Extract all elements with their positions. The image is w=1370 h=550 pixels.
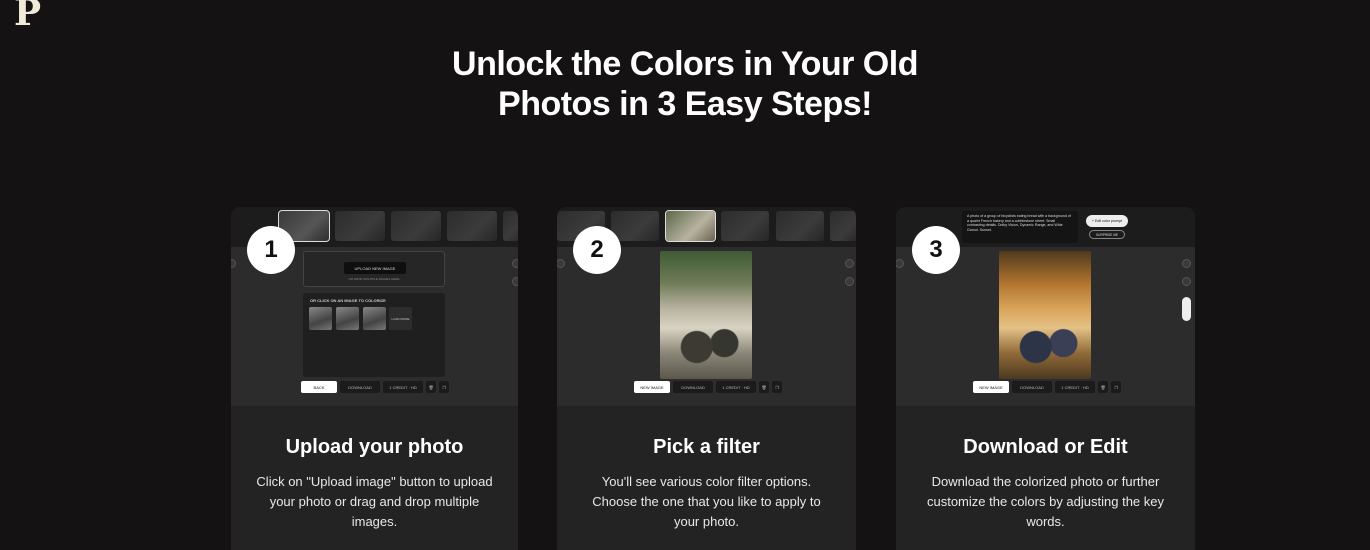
credit-hd-button: 1 CREDIT · HD (716, 381, 756, 393)
step-number-badge: 2 (573, 226, 621, 274)
sample-images-panel: OR CLICK ON AN IMAGE TO COLORIZE LOAD MO… (303, 293, 445, 377)
compare-icon (512, 277, 518, 286)
palette-icon (1182, 259, 1191, 268)
load-more-button: LOAD MORE (389, 307, 412, 330)
trash-icon: 🗑 (759, 381, 769, 393)
menu-icon (557, 259, 565, 268)
color-prompt-text: A photo of a group of bicyclists eating … (962, 211, 1078, 243)
download-button: DOWNLOAD (1012, 381, 1052, 393)
step-card-download-edit: A photo of a group of bicyclists eating … (896, 207, 1195, 550)
compare-icon (845, 277, 854, 286)
samples-title: OR CLICK ON AN IMAGE TO COLORIZE (310, 298, 386, 303)
filter-thumbnail (611, 211, 659, 241)
upload-image-button: UPLOAD NEW IMAGE (344, 262, 406, 274)
step-title: Upload your photo (285, 436, 464, 458)
step-title: Download or Edit (963, 436, 1128, 458)
sample-image (309, 307, 332, 330)
copy-icon: ❐ (439, 381, 449, 393)
sample-image (336, 307, 359, 330)
filter-thumbnail (335, 211, 385, 241)
editor-toolbar: BACK DOWNLOAD 1 CREDIT · HD 🗑 ❐ (301, 381, 449, 393)
hero-title-line-1: Unlock the Colors in Your Old (452, 45, 918, 83)
download-button: DOWNLOAD (673, 381, 713, 393)
upload-hint: OR DROP MULTIPLE IMAGES HERE (348, 277, 400, 281)
trash-icon: 🗑 (1098, 381, 1108, 393)
upload-dropzone: UPLOAD NEW IMAGE OR DROP MULTIPLE IMAGES… (303, 251, 445, 287)
filter-thumbnail (721, 211, 769, 241)
copy-icon: ❐ (1111, 381, 1121, 393)
hero-title-line-2: Photos in 3 Easy Steps! (498, 85, 872, 123)
download-button: DOWNLOAD (340, 381, 380, 393)
step-description: Download the colorized photo or further … (926, 474, 1164, 529)
filtered-photo (660, 251, 752, 379)
editor-toolbar: NEW IMAGE DOWNLOAD 1 CREDIT · HD 🗑 ❐ (973, 381, 1121, 393)
filter-thumbnail (830, 211, 856, 241)
filter-thumbnail (391, 211, 441, 241)
step-description: You'll see various color filter options.… (592, 474, 821, 529)
brand-logo[interactable]: P (14, 0, 41, 34)
palette-icon (512, 259, 518, 268)
back-button: BACK (301, 381, 337, 393)
colorized-photo (999, 251, 1091, 379)
menu-icon (231, 259, 236, 268)
step-number-badge: 3 (912, 226, 960, 274)
compare-icon (1182, 277, 1191, 286)
credit-hd-button: 1 CREDIT · HD (1055, 381, 1095, 393)
copy-icon: ❐ (772, 381, 782, 393)
step-title: Pick a filter (653, 436, 760, 458)
editor-toolbar: NEW IMAGE DOWNLOAD 1 CREDIT · HD 🗑 ❐ (634, 381, 782, 393)
adjust-slider (1182, 297, 1191, 321)
palette-icon (845, 259, 854, 268)
step-description: Click on "Upload image" button to upload… (256, 474, 493, 529)
step-card-upload: UPLOAD NEW IMAGE OR DROP MULTIPLE IMAGES… (231, 207, 518, 550)
hero-title: Unlock the Colors in Your Old Photos in … (0, 44, 1370, 124)
new-image-button: NEW IMAGE (973, 381, 1009, 393)
filter-thumbnail-selected (665, 210, 716, 242)
step-number-badge: 1 (247, 226, 295, 274)
filter-thumbnail (447, 211, 497, 241)
edit-color-prompt-button: + Edit color prompt (1086, 215, 1128, 227)
new-image-button: NEW IMAGE (634, 381, 670, 393)
surprise-me-button: SURPRISE ME (1089, 230, 1125, 239)
step-card-filter: NEW IMAGE DOWNLOAD 1 CREDIT · HD 🗑 ❐ 2 P… (557, 207, 856, 550)
menu-icon (896, 259, 904, 268)
sample-image (363, 307, 386, 330)
trash-icon: 🗑 (426, 381, 436, 393)
filter-thumbnail (503, 211, 518, 241)
credit-hd-button: 1 CREDIT · HD (383, 381, 423, 393)
filter-thumbnail (776, 211, 824, 241)
